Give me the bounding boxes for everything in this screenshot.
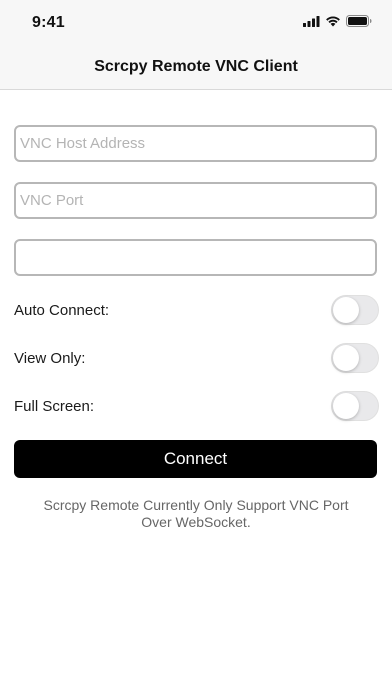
page-title: Scrcpy Remote VNC Client [94,58,298,75]
view-only-row: View Only: [14,343,379,375]
view-only-label: View Only: [14,350,86,367]
auto-connect-toggle[interactable] [331,295,379,325]
cellular-signal-icon [303,14,320,32]
notice-line-2: Over WebSocket. [141,514,251,530]
top-bar: 9:41 Scrcpy Remote VNC Client [0,0,392,90]
port-field[interactable] [14,182,377,219]
auto-connect-row: Auto Connect: [14,295,379,327]
host-address-field[interactable] [14,125,377,162]
password-field[interactable] [14,239,377,276]
password-input[interactable] [16,241,375,274]
auto-connect-label: Auto Connect: [14,302,110,319]
toggle-knob [333,297,359,323]
port-input[interactable] [16,184,375,217]
full-screen-label: Full Screen: [14,398,95,415]
status-icons [303,14,372,32]
host-address-input[interactable] [16,127,375,160]
view-only-toggle[interactable] [331,343,379,373]
toggle-knob [333,393,359,419]
wifi-icon [325,14,341,32]
connect-button[interactable]: Connect [14,440,377,478]
battery-icon [346,14,372,32]
full-screen-toggle[interactable] [331,391,379,421]
full-screen-row: Full Screen: [14,391,379,423]
status-time: 9:41 [32,14,65,31]
notice-line-1: Scrcpy Remote Currently Only Support VNC… [43,497,349,513]
app-screen: 9:41 Scrcpy Remote VNC Client VNC Host A… [0,0,392,696]
websocket-notice: Scrcpy Remote Currently Only Support VNC… [20,497,372,531]
toggle-knob [333,345,359,371]
